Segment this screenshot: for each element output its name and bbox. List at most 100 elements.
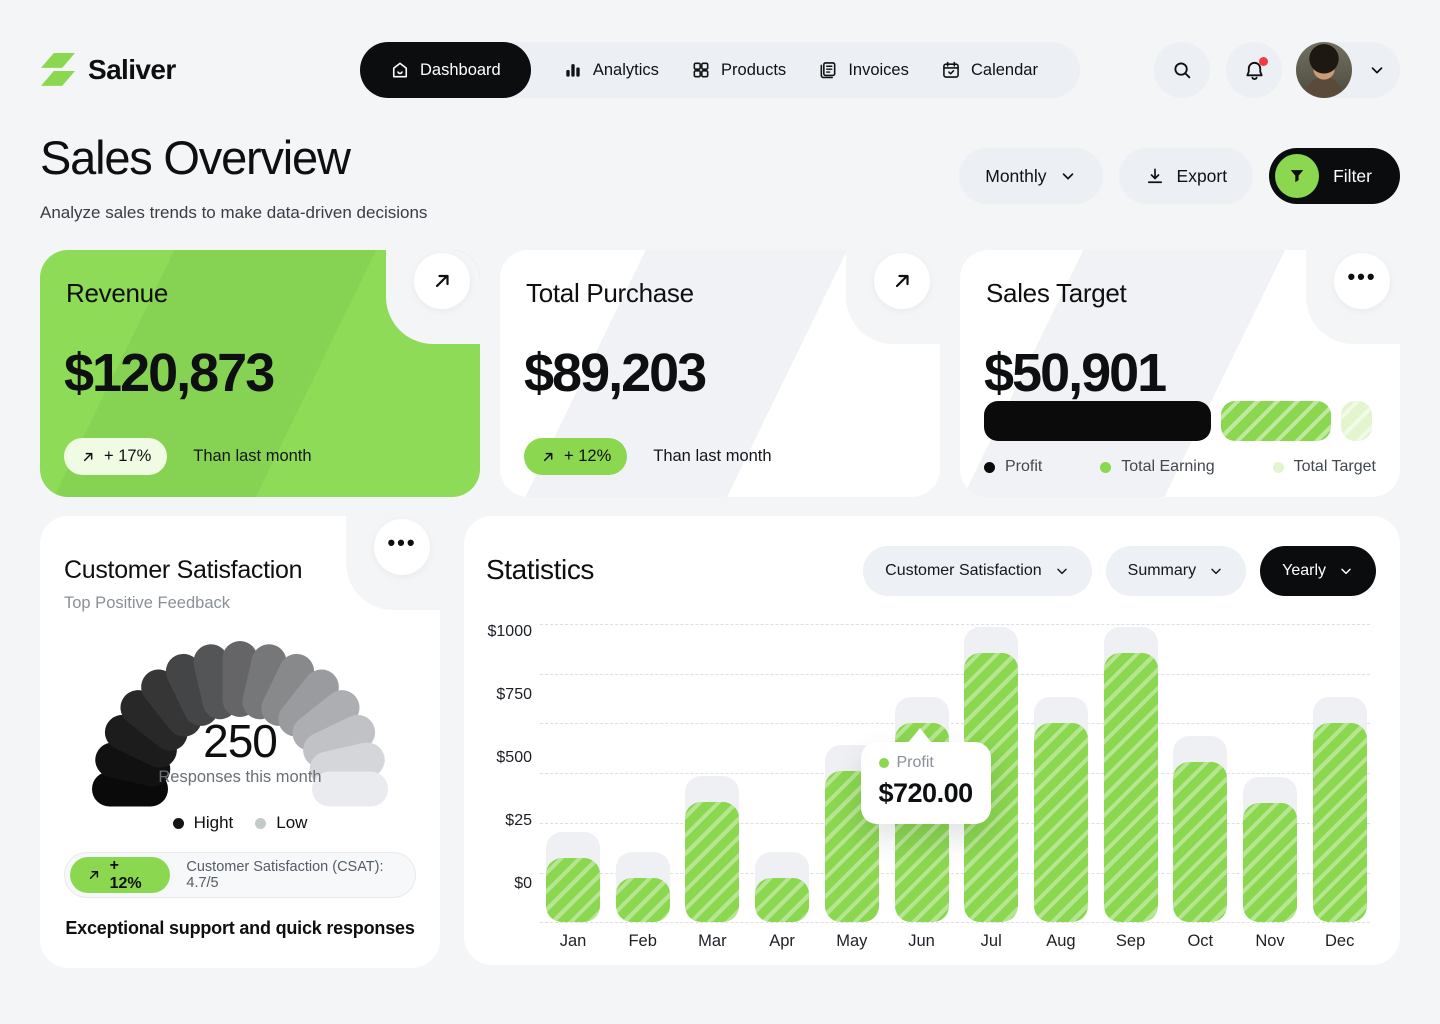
brand-logo: Saliver xyxy=(40,52,176,88)
legend-label: Hight xyxy=(194,813,234,833)
bar-feb[interactable] xyxy=(616,878,670,922)
sales-target-legend: Profit Total Earning Total Target xyxy=(984,458,1376,476)
bar-nov[interactable] xyxy=(1243,803,1297,922)
statistics-filters: Customer Satisfaction Summary Yearly xyxy=(863,546,1376,596)
nav-item-analytics[interactable]: Analytics xyxy=(563,60,659,80)
legend-dot xyxy=(173,818,184,829)
legend-dot xyxy=(1273,462,1284,473)
customer-satisfaction-card: Customer Satisfaction Top Positive Feedb… xyxy=(40,516,440,968)
legend-label: Low xyxy=(276,813,307,833)
progress-segment-1 xyxy=(1221,401,1331,441)
dashboard-page: { "brand": { "name": "Saliver" }, "nav":… xyxy=(0,0,1440,1024)
tooltip-label: Profit xyxy=(897,754,934,772)
bar-mar[interactable] xyxy=(685,802,739,922)
nav-label: Calendar xyxy=(971,61,1038,80)
sales-target-amount: $50,901 xyxy=(984,342,1165,404)
nav-item-invoices[interactable]: Invoices xyxy=(818,60,909,80)
notifications-button[interactable] xyxy=(1226,42,1282,98)
metric-select-value: Customer Satisfaction xyxy=(885,562,1042,580)
x-axis-label: Apr xyxy=(749,932,815,951)
user-menu[interactable] xyxy=(1296,42,1400,98)
nav-item-dashboard[interactable]: Dashboard xyxy=(360,42,531,98)
x-axis-label: Sep xyxy=(1098,932,1164,951)
home-icon xyxy=(390,60,410,80)
filter-label: Filter xyxy=(1333,166,1372,187)
calendar-icon xyxy=(941,60,961,80)
sales-target-card: Sales Target $50,901 ProfitTotal Earning… xyxy=(960,250,1400,497)
x-axis-label: Nov xyxy=(1237,932,1303,951)
arrow-up-right-icon xyxy=(540,449,556,465)
bar-apr[interactable] xyxy=(755,878,809,922)
legend-item-low: Low xyxy=(255,813,307,833)
chart-tooltip: Profit $720.00 xyxy=(861,742,991,824)
nav-label: Dashboard xyxy=(420,61,501,80)
range-select-value: Yearly xyxy=(1282,562,1326,580)
legend-label: Profit xyxy=(1005,458,1042,476)
search-icon xyxy=(1171,59,1193,81)
arrow-up-right-icon xyxy=(80,449,96,465)
chevron-down-icon xyxy=(1054,563,1070,579)
ellipsis-icon: ••• xyxy=(1347,272,1376,290)
legend-item: Total Target xyxy=(1273,458,1376,476)
brand-name: Saliver xyxy=(88,54,176,86)
range-select[interactable]: Yearly xyxy=(1260,546,1376,596)
bar-aug[interactable] xyxy=(1034,723,1088,922)
y-axis-label: $750 xyxy=(468,686,532,704)
bar-jan[interactable] xyxy=(546,858,600,922)
legend-item-high: Hight xyxy=(173,813,234,833)
sales-target-more-button[interactable]: ••• xyxy=(1334,253,1390,309)
arrow-up-right-icon xyxy=(430,269,454,293)
period-select[interactable]: Monthly xyxy=(959,148,1102,204)
nav-item-products[interactable]: Products xyxy=(691,60,786,80)
progress-segment-2 xyxy=(1341,401,1372,441)
csat-delta-badge: + 12% xyxy=(70,857,170,893)
legend-item: Total Earning xyxy=(1100,458,1214,476)
nav-label: Products xyxy=(721,61,786,80)
card-title: Customer Satisfaction xyxy=(64,556,302,585)
card-subtitle: Top Positive Feedback xyxy=(64,594,230,613)
export-button[interactable]: Export xyxy=(1119,148,1254,204)
filter-button[interactable]: Filter xyxy=(1269,148,1400,204)
bar-sep[interactable] xyxy=(1104,653,1158,922)
chevron-down-icon xyxy=(1338,563,1354,579)
x-axis-label: Jun xyxy=(889,932,955,951)
csat-summary-pill: + 12% Customer Satisfaction (CSAT): 4.7/… xyxy=(64,852,416,898)
invoice-icon xyxy=(818,60,838,80)
gridline xyxy=(540,723,1370,724)
delta-value: + 17% xyxy=(104,447,151,466)
gauge-caption: Responses this month xyxy=(40,768,440,787)
page-subtitle: Analyze sales trends to make data-driven… xyxy=(40,203,427,223)
y-axis-label: $25 xyxy=(468,812,532,830)
avatar xyxy=(1296,42,1352,98)
metric-select[interactable]: Customer Satisfaction xyxy=(863,546,1092,596)
ellipsis-icon: ••• xyxy=(387,538,416,556)
satisfaction-legend: Hight Low xyxy=(40,813,440,833)
delta-caption: Than last month xyxy=(193,447,311,466)
view-select[interactable]: Summary xyxy=(1106,546,1246,596)
chevron-down-icon xyxy=(1208,563,1224,579)
filter-icon-circle xyxy=(1275,154,1319,198)
revenue-amount: $120,873 xyxy=(64,342,273,404)
search-button[interactable] xyxy=(1154,42,1210,98)
card-title: Revenue xyxy=(66,278,168,309)
x-axis-label: Jul xyxy=(958,932,1024,951)
x-axis-label: Oct xyxy=(1167,932,1233,951)
delta-badge: + 12% xyxy=(524,438,627,475)
progress-segment-0 xyxy=(984,401,1211,441)
period-select-value: Monthly xyxy=(985,166,1046,187)
legend-dot xyxy=(1100,462,1111,473)
grid-icon xyxy=(691,60,711,80)
tooltip-value: $720.00 xyxy=(879,778,991,809)
x-axis-label: May xyxy=(819,932,885,951)
satisfaction-more-button[interactable]: ••• xyxy=(374,519,430,575)
legend-label: Total Earning xyxy=(1121,458,1214,476)
bar-oct[interactable] xyxy=(1173,762,1227,922)
chevron-down-icon xyxy=(1368,61,1386,79)
nav-item-calendar[interactable]: Calendar xyxy=(941,60,1038,80)
revenue-expand-button[interactable] xyxy=(414,253,470,309)
x-axis-label: Jan xyxy=(540,932,606,951)
arrow-up-right-icon xyxy=(890,269,914,293)
total-purchase-expand-button[interactable] xyxy=(874,253,930,309)
card-title: Statistics xyxy=(486,554,594,586)
bar-dec[interactable] xyxy=(1313,723,1367,922)
